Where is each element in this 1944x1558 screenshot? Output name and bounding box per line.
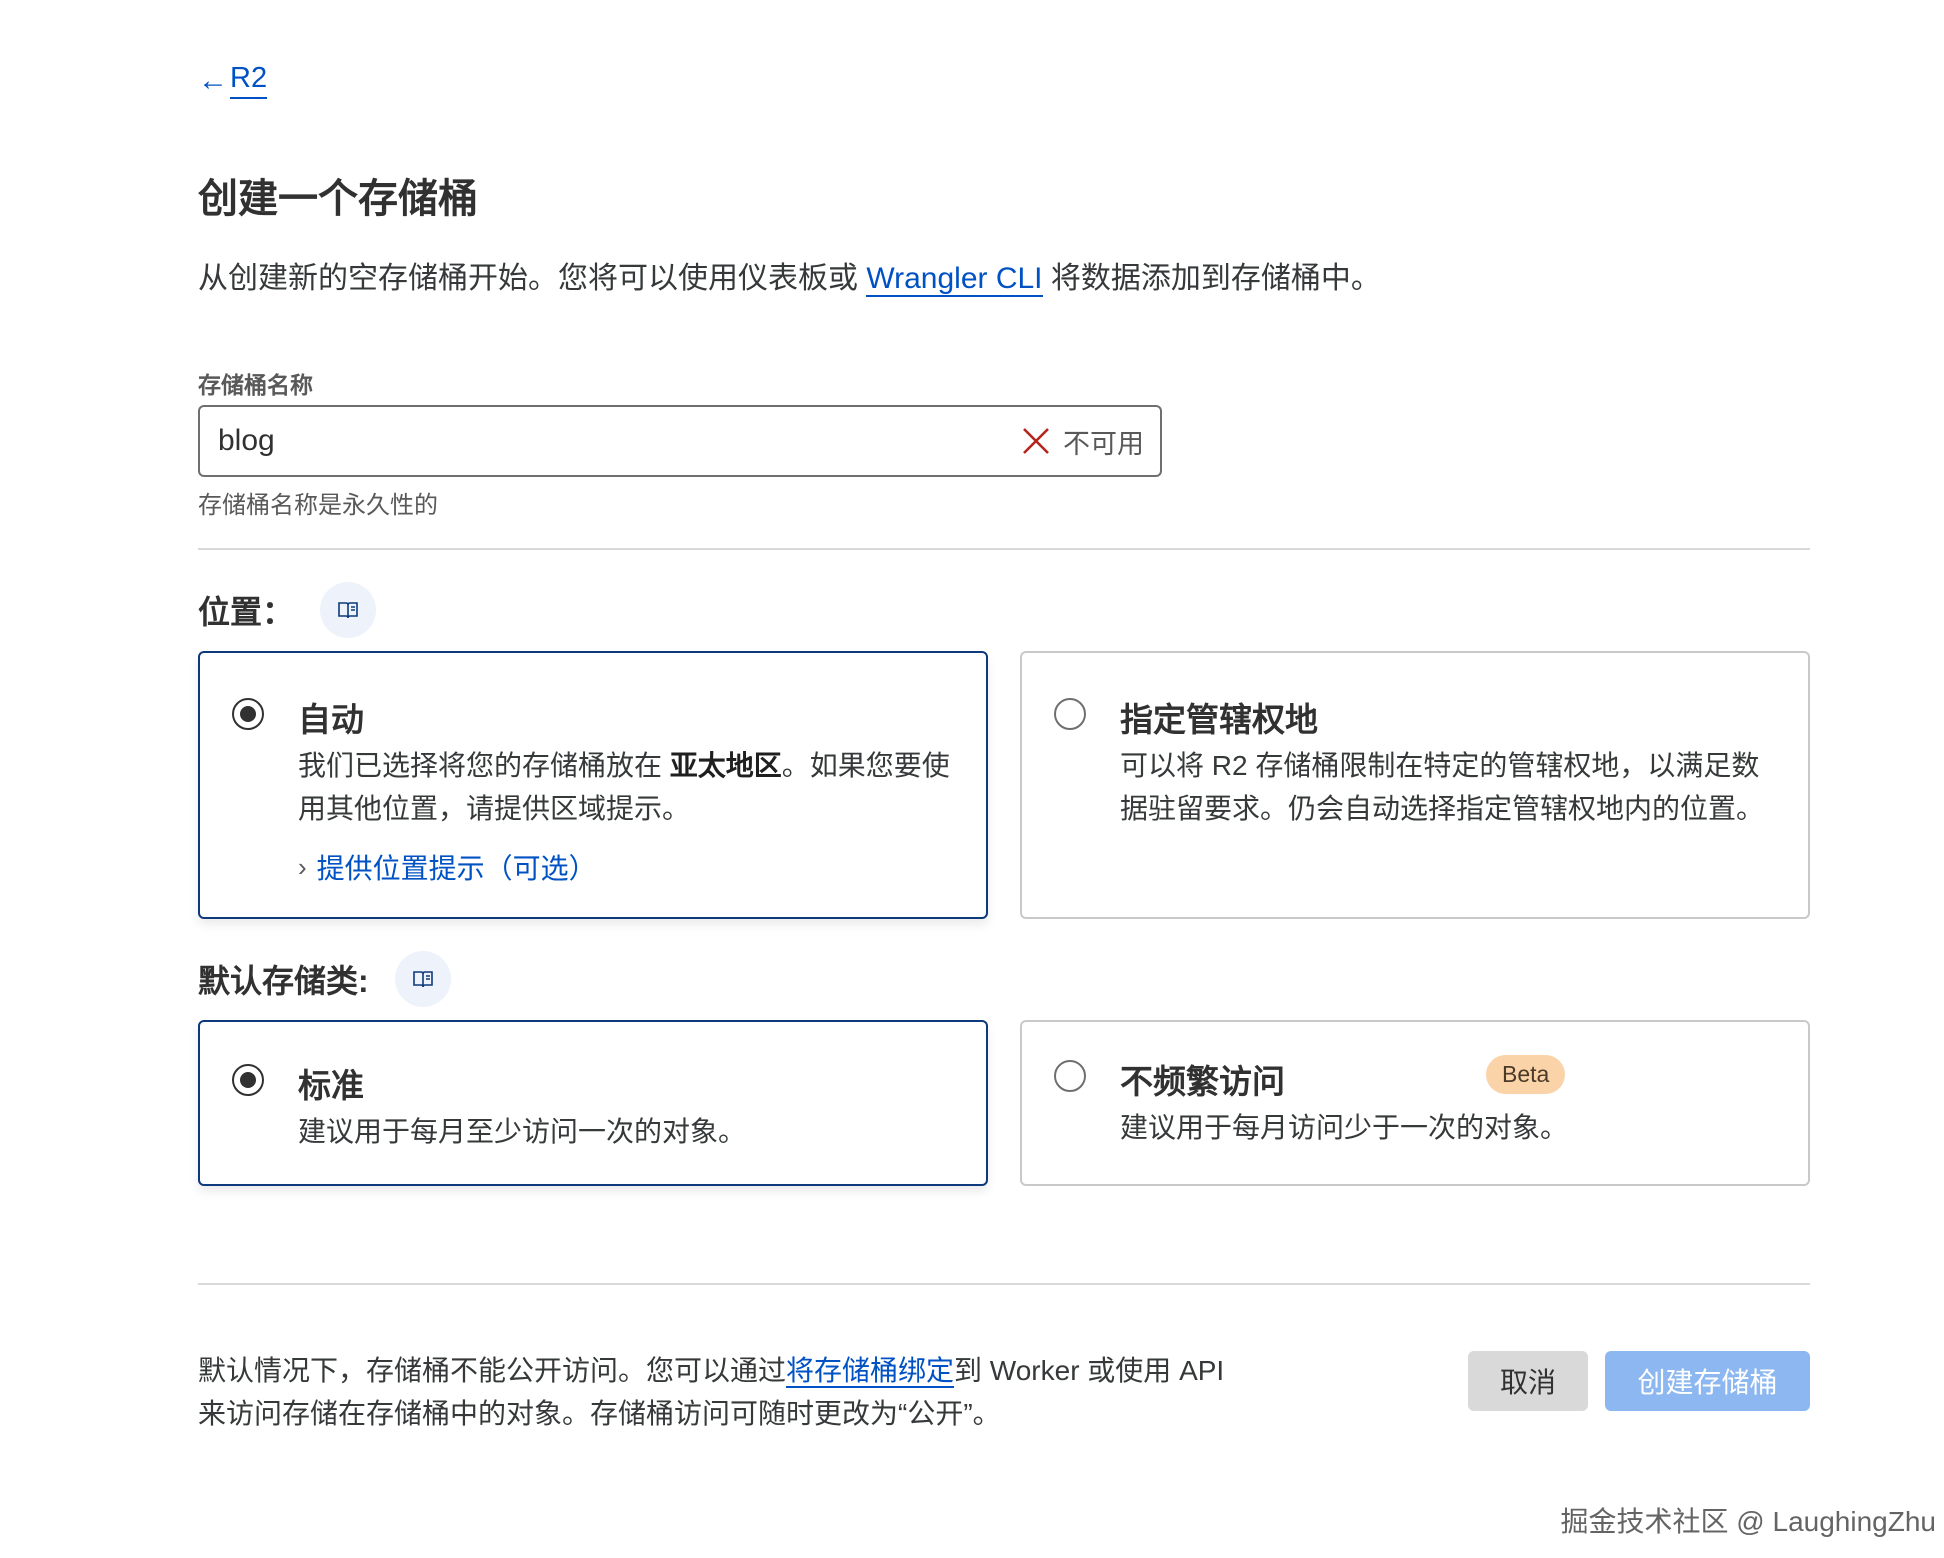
storage-class-option-standard[interactable]: 标准 建议用于每月至少访问一次的对象。 — [198, 1020, 988, 1186]
back-link-label: R2 — [230, 62, 268, 99]
radio-button[interactable] — [1054, 698, 1086, 730]
book-icon — [338, 602, 358, 619]
location-section-title: 位置： — [198, 582, 377, 638]
storage-class-section-title: 默认存储类: — [198, 951, 451, 1007]
intro-text: 从创建新的空存储桶开始。您将可以使用仪表板或 Wrangler CLI 将数据添… — [198, 262, 1381, 297]
bucket-name-input[interactable] — [216, 423, 1021, 459]
divider — [198, 1283, 1810, 1285]
x-icon — [1023, 428, 1049, 454]
availability-status-text: 不可用 — [1063, 428, 1144, 459]
divider — [198, 548, 1810, 550]
cancel-button[interactable]: 取消 — [1468, 1351, 1588, 1411]
storage-class-option-infrequent[interactable]: 不频繁访问 Beta 建议用于每月访问少于一次的对象。 — [1020, 1020, 1810, 1186]
watermark: 掘金技术社区 @ LaughingZhu — [1560, 1506, 1936, 1537]
bucket-name-field[interactable]: 不可用 — [198, 405, 1162, 477]
bucket-name-label: 存储桶名称 — [198, 372, 313, 398]
location-hint-toggle[interactable]: › 提供位置提示（可选） — [298, 847, 597, 887]
option-title: 指定管辖权地 — [1120, 701, 1318, 738]
radio-button[interactable] — [232, 698, 264, 730]
bind-bucket-link[interactable]: 将存储桶绑定 — [786, 1355, 955, 1388]
option-title: 自动 — [298, 701, 364, 738]
radio-button[interactable] — [232, 1064, 264, 1096]
option-description: 我们已选择将您的存储桶放在 亚太地区。如果您要使 用其他位置，请提供区域提示。 — [298, 750, 950, 824]
option-description: 可以将 R2 存储桶限制在特定的管辖权地，以满足数 据驻留要求。仍会自动选择指定… — [1120, 750, 1765, 824]
radio-button[interactable] — [1054, 1060, 1086, 1092]
location-docs-button[interactable] — [320, 582, 377, 638]
book-icon — [412, 971, 433, 988]
bucket-name-hint: 存储桶名称是永久性的 — [198, 492, 438, 519]
wrangler-cli-link[interactable]: Wrangler CLI — [866, 262, 1043, 297]
storage-class-docs-button[interactable] — [394, 951, 451, 1007]
arrow-left-icon: ← — [198, 63, 228, 97]
option-title: 不频繁访问 — [1120, 1063, 1285, 1100]
location-option-jurisdiction[interactable]: 指定管辖权地 可以将 R2 存储桶限制在特定的管辖权地，以满足数 据驻留要求。仍… — [1020, 651, 1810, 919]
footer-notice: 默认情况下，存储桶不能公开访问。您可以通过将存储桶绑定到 Worker 或使用 … — [198, 1355, 1225, 1429]
option-title: 标准 — [298, 1067, 364, 1104]
location-option-auto[interactable]: 自动 我们已选择将您的存储桶放在 亚太地区。如果您要使 用其他位置，请提供区域提… — [198, 651, 988, 919]
beta-badge: Beta — [1486, 1055, 1566, 1094]
option-description: 建议用于每月至少访问一次的对象。 — [298, 1116, 747, 1147]
page-title: 创建一个存储桶 — [198, 177, 478, 221]
availability-status: 不可用 — [1021, 422, 1144, 461]
create-bucket-button[interactable]: 创建存储桶 — [1605, 1351, 1810, 1411]
back-to-r2-link[interactable]: ← R2 — [198, 62, 268, 99]
option-description: 建议用于每月访问少于一次的对象。 — [1120, 1112, 1569, 1143]
chevron-right-icon: › — [298, 851, 307, 882]
